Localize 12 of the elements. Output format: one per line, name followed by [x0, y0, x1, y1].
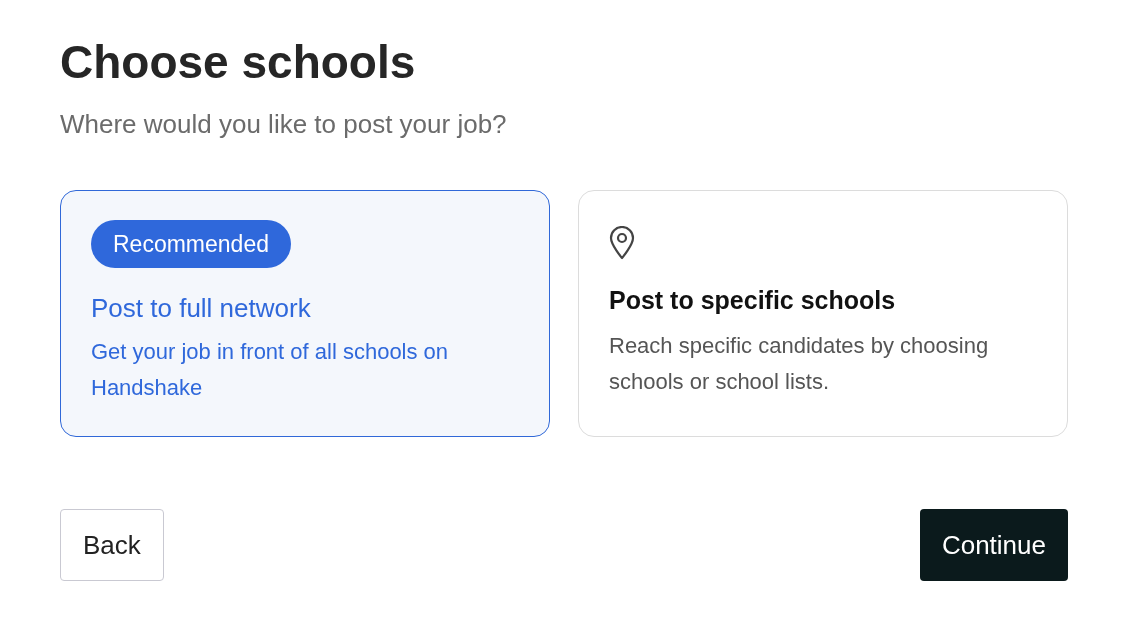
location-pin-icon	[609, 226, 635, 260]
recommended-badge: Recommended	[91, 220, 291, 268]
page-title: Choose schools	[60, 35, 417, 90]
option-card[interactable]: Post to specific schools Reach specific candidates by choosing schools or school lists.	[578, 190, 1068, 437]
continue-button[interactable]: Continue	[919, 509, 1068, 581]
option-card[interactable]: Recommended Post to full network Get your job in front of all schools on Handshake	[60, 190, 550, 437]
page-subtitle: Where would you like to post your job?	[60, 108, 508, 141]
option-title: Post to full network	[91, 292, 311, 325]
option-description: Get your job in front of all schools on Handshake	[91, 338, 450, 402]
option-title: Post to specific schools	[609, 285, 896, 316]
option-description: Reach specific candidates by choosing schools or school lists.	[609, 332, 990, 396]
back-button[interactable]: Back	[60, 509, 164, 581]
